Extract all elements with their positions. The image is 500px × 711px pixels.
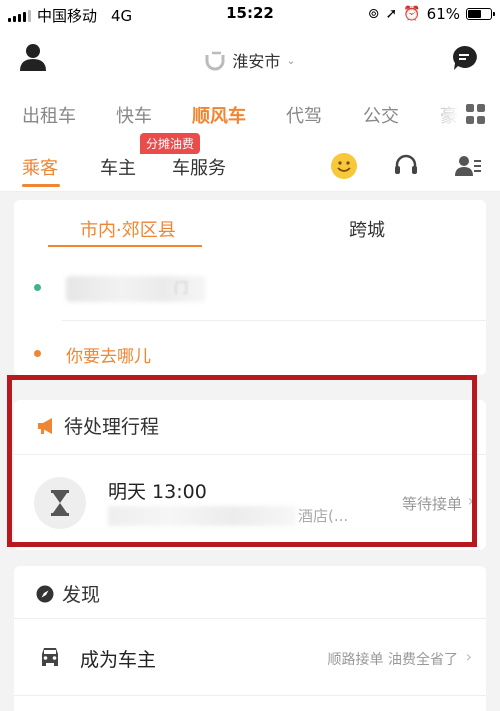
didi-logo-icon	[205, 51, 225, 71]
route-card: 市内·郊区县 跨城 门 你要去哪儿	[14, 200, 486, 375]
tab-in-city[interactable]: 市内·郊区县	[80, 216, 176, 242]
become-driver-item[interactable]: 成为车主 顺路接单 油费全省了 ›	[14, 619, 486, 695]
discover-card: 发现 成为车主 顺路接单 油费全省了 ›	[14, 566, 486, 711]
origin-address-visible: 门	[174, 281, 188, 297]
grid-menu-icon[interactable]	[466, 104, 486, 124]
tab-express[interactable]: 快车	[116, 102, 152, 128]
subtab-underline	[48, 245, 202, 247]
tabs-fade	[420, 92, 460, 138]
app-header: 淮安市 ⌄	[0, 28, 500, 92]
tab-carpool[interactable]: 顺风车	[192, 102, 246, 128]
promo-badge: 分摊油费	[140, 133, 201, 154]
route-subtabs: 市内·郊区县 跨城	[14, 200, 486, 250]
contact-card-icon[interactable]	[454, 152, 482, 180]
role-tabs: 乘客 车主 车服务	[0, 138, 500, 192]
battery-icon	[466, 8, 495, 20]
city-name: 淮安市	[232, 52, 281, 71]
discover-header: 发现	[36, 580, 100, 607]
tab-intercity[interactable]: 跨城	[349, 216, 385, 242]
tab-car-service[interactable]: 车服务	[172, 154, 226, 180]
headset-icon[interactable]	[392, 152, 420, 180]
service-tabs: 出租车 快车 顺风车 代驾 公交 豪	[0, 92, 500, 138]
tab-taxi[interactable]: 出租车	[22, 102, 76, 128]
tab-bus[interactable]: 公交	[363, 102, 399, 128]
origin-field[interactable]: 门	[14, 258, 486, 318]
tab-designated-driver[interactable]: 代驾	[286, 102, 322, 128]
smiley-icon[interactable]	[330, 152, 358, 180]
chevron-right-icon: ›	[465, 647, 472, 666]
city-selector[interactable]: 淮安市 ⌄	[0, 48, 500, 72]
battery-percent: 61%	[426, 5, 460, 23]
discover-title: 发现	[62, 584, 101, 606]
highlight-box	[7, 375, 477, 547]
divider	[62, 320, 486, 321]
become-driver-desc: 顺路接单 油费全省了	[327, 652, 458, 668]
status-bar: 中国移动 4G 15:22 ⊚ ➚ ⏰ 61%	[0, 0, 500, 28]
rotation-lock-icon: ⊚	[367, 6, 380, 22]
destination-dot-icon	[34, 350, 41, 357]
chevron-down-icon: ⌄	[286, 53, 296, 67]
divider	[14, 695, 486, 696]
alarm-icon: ⏰	[403, 6, 421, 22]
become-driver-label: 成为车主	[80, 649, 157, 671]
origin-dot-icon	[34, 284, 41, 291]
tab-driver[interactable]: 车主	[100, 154, 136, 180]
destination-placeholder: 你要去哪儿	[66, 347, 151, 367]
location-arrow-icon: ➚	[385, 6, 398, 22]
car-icon	[42, 648, 58, 666]
message-icon[interactable]	[450, 44, 478, 72]
compass-icon	[36, 585, 54, 602]
tab-passenger[interactable]: 乘客	[22, 154, 58, 180]
active-tab-underline	[22, 184, 60, 187]
